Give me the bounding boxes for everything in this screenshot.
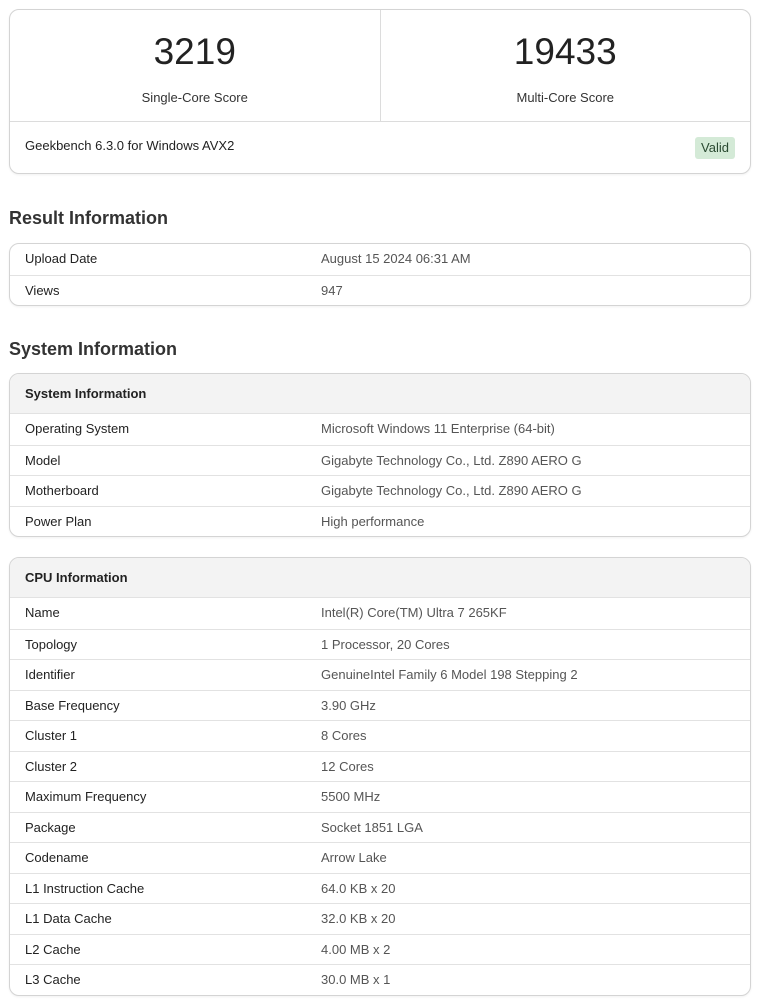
row-key: Topology: [25, 636, 78, 652]
score-card: 3219 Single-Core Score 19433 Multi-Core …: [9, 9, 751, 174]
row-value: Gigabyte Technology Co., Ltd. Z890 AERO …: [321, 452, 582, 468]
row-key: Upload Date: [25, 251, 98, 266]
row-value: Microsoft Windows 11 Enterprise (64-bit): [321, 421, 555, 436]
single-core-score-label: Single-Core Score: [141, 90, 248, 105]
row-value: 1 Processor, 20 Cores: [321, 636, 450, 652]
system-information-heading: System Information: [9, 339, 178, 359]
row-key: Operating System: [25, 421, 130, 436]
row-key: Codename: [25, 850, 89, 865]
multi-core-score-label: Multi-Core Score: [516, 90, 615, 105]
row-value: High performance: [321, 513, 425, 529]
row-key: Motherboard: [25, 483, 99, 498]
row-value: 947: [321, 282, 343, 298]
row-key: L2 Cache: [25, 941, 81, 957]
card-title: System Information: [25, 386, 147, 401]
table-row: L1 Instruction Cache 64.0 KB x 20: [10, 872, 750, 904]
table-row: Operating System Microsoft Windows 11 En…: [10, 414, 750, 445]
row-value: Arrow Lake: [321, 850, 387, 865]
row-value: GenuineIntel Family 6 Model 198 Stepping…: [321, 667, 578, 682]
valid-badge: Valid: [695, 137, 735, 159]
row-key: L1 Instruction Cache: [25, 880, 145, 896]
row-value: 12 Cores: [321, 758, 374, 774]
system-information-card-header: System Information: [10, 374, 750, 414]
row-key: Cluster 1: [25, 728, 78, 743]
system-information-table: System Information Operating System Micr…: [9, 373, 751, 537]
row-key: Power Plan: [25, 513, 92, 529]
row-key: Model: [25, 452, 61, 468]
row-key: L1 Data Cache: [25, 911, 112, 926]
single-core-score-value: 3219: [153, 31, 236, 72]
card-title: CPU Information: [25, 570, 128, 585]
row-key: Views: [25, 282, 60, 298]
table-row: Package Socket 1851 LGA: [10, 811, 750, 843]
table-row: Base Frequency 3.90 GHz: [10, 689, 750, 721]
benchmark-version: Geekbench 6.3.0 for Windows AVX2: [25, 138, 235, 153]
table-row: Maximum Frequency 5500 MHz: [10, 781, 750, 812]
row-value: Socket 1851 LGA: [321, 819, 423, 835]
table-row: L1 Data Cache 32.0 KB x 20: [10, 903, 750, 934]
table-row: Name Intel(R) Core(TM) Ultra 7 265KF: [10, 598, 750, 629]
row-key: Package: [25, 819, 76, 835]
table-row: L2 Cache 4.00 MB x 2: [10, 933, 750, 965]
row-value: 32.0 KB x 20: [321, 911, 396, 926]
scores-row: 3219 Single-Core Score 19433 Multi-Core …: [10, 10, 750, 122]
table-row: Model Gigabyte Technology Co., Ltd. Z890…: [10, 444, 750, 476]
single-core-score: 3219 Single-Core Score: [10, 10, 380, 121]
cpu-information-card-header: CPU Information: [10, 558, 750, 598]
table-row: Cluster 2 12 Cores: [10, 750, 750, 782]
version-row: Geekbench 6.3.0 for Windows AVX2 Valid: [10, 122, 750, 173]
row-value: Gigabyte Technology Co., Ltd. Z890 AERO …: [321, 483, 582, 498]
table-row: Motherboard Gigabyte Technology Co., Ltd…: [10, 475, 750, 506]
row-key: L3 Cache: [25, 972, 81, 987]
row-value: 30.0 MB x 1: [321, 972, 391, 987]
result-information-table: Upload Date August 15 2024 06:31 AM View…: [9, 243, 751, 306]
table-row: Topology 1 Processor, 20 Cores: [10, 628, 750, 660]
multi-core-score-value: 19433: [513, 31, 617, 72]
table-row: Views 947: [10, 274, 750, 306]
table-row: Upload Date August 15 2024 06:31 AM: [10, 244, 750, 275]
row-value: Intel(R) Core(TM) Ultra 7 265KF: [321, 605, 507, 620]
row-value: 5500 MHz: [321, 789, 381, 804]
table-row: L3 Cache 30.0 MB x 1: [10, 964, 750, 995]
row-value: 4.00 MB x 2: [321, 941, 391, 957]
row-key: Cluster 2: [25, 758, 78, 774]
table-row: Identifier GenuineIntel Family 6 Model 1…: [10, 659, 750, 690]
multi-core-score: 19433 Multi-Core Score: [379, 10, 751, 121]
row-value: 64.0 KB x 20: [321, 880, 396, 896]
row-value: 8 Cores: [321, 728, 367, 743]
result-information-heading: Result Information: [9, 208, 169, 228]
row-key: Maximum Frequency: [25, 789, 147, 804]
cpu-information-table: CPU Information Name Intel(R) Core(TM) U…: [9, 557, 751, 996]
row-value: August 15 2024 06:31 AM: [321, 251, 471, 266]
table-row: Cluster 1 8 Cores: [10, 720, 750, 751]
row-key: Identifier: [25, 667, 75, 682]
row-key: Base Frequency: [25, 697, 120, 713]
row-value: 3.90 GHz: [321, 697, 376, 713]
table-row: Power Plan High performance: [10, 505, 750, 537]
table-row: Codename Arrow Lake: [10, 842, 750, 873]
row-key: Name: [25, 605, 60, 620]
